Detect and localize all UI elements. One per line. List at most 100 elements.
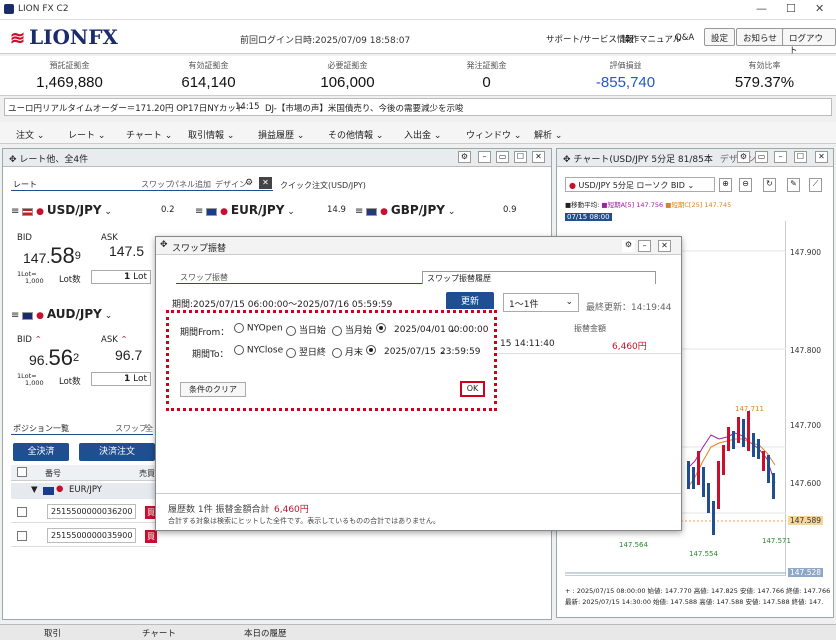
audjpy-lot-input[interactable]: 1 Lot — [91, 372, 151, 386]
select-all-checkbox[interactable] — [17, 467, 27, 477]
hamburger-icon[interactable]: ≡ — [195, 206, 203, 217]
panel-maximize-icon[interactable]: ☐ — [514, 151, 527, 163]
dialog-title: スワップ振替 — [172, 244, 227, 254]
pair-eurjpy-header[interactable]: ≡ ● EUR/JPY ⌄ 14.9 — [195, 203, 355, 217]
news-ticker[interactable]: ユーロ円リアルタイムオーダー＝171.20円 OP17日NYカット 14:15 … — [4, 98, 832, 116]
chart-gear-icon[interactable]: ⚙ — [737, 151, 750, 163]
chart-close-icon[interactable]: ✕ — [815, 151, 828, 163]
spread-value: 0.9 — [503, 205, 517, 215]
tab-positions-all[interactable]: 全 — [145, 423, 153, 434]
move-icon[interactable]: ✥ — [9, 155, 17, 165]
menu-chart[interactable]: チャート ⌄ — [126, 128, 172, 141]
table-row[interactable]: 15 14:11:40 6,460円 — [496, 334, 681, 354]
zoom-in-icon[interactable]: ⊕ — [719, 178, 732, 192]
qa-link[interactable]: Q&A — [675, 33, 694, 43]
draw-icon[interactable]: ✎ — [787, 178, 800, 192]
summary-required: 必要証拠金 106,000 — [320, 61, 375, 91]
table-row[interactable]: 2515500000035900 買 — [11, 525, 157, 547]
maximize-icon[interactable]: ☐ — [786, 2, 796, 15]
tab-rate[interactable]: レート — [13, 179, 37, 190]
pair-name: AUD/JPY — [46, 307, 102, 321]
tab-trade[interactable]: 取引 — [44, 627, 61, 639]
settle-order-button[interactable]: 決済注文 — [79, 443, 155, 461]
usdjpy-ask-price[interactable]: 147.5 — [109, 243, 144, 259]
support-link[interactable]: サポート/サービス情報 — [546, 33, 634, 45]
tab-swap[interactable]: スワップ — [141, 179, 173, 190]
move-icon[interactable]: ✥ — [160, 240, 168, 250]
tab-close-icon[interactable]: ✕ — [259, 177, 272, 189]
marker-low2: 147.554 — [689, 550, 718, 558]
menu-other-info[interactable]: その他情報 ⌄ — [328, 128, 383, 141]
panel-close-icon[interactable]: ✕ — [532, 151, 545, 163]
pair-usdjpy-header[interactable]: ≡ ● USD/JPY ⌄ 0.2 — [11, 203, 193, 217]
usdjpy-lot-input[interactable]: 1 Lot — [91, 270, 151, 284]
panel-gear-icon[interactable]: ⚙ — [458, 151, 471, 163]
pair-gbpjpy-header[interactable]: ≡ ● GBP/JPY ⌄ 0.9 — [355, 203, 525, 217]
ok-button[interactable]: OK — [460, 381, 485, 397]
tab-add-panel[interactable]: パネル追加 — [171, 179, 211, 190]
trend-icon[interactable]: ⟋ — [809, 178, 822, 192]
manual-link[interactable]: 操作マニュアル — [622, 33, 681, 45]
position-group-eurjpy[interactable]: ▼ ● EUR/JPY — [11, 483, 156, 499]
chart-min-icon[interactable]: ▭ — [755, 151, 768, 163]
menu-trade-info[interactable]: 取引情報 ⌄ — [188, 128, 234, 141]
red-dot-icon: ● — [36, 207, 44, 217]
logout-button[interactable]: ログアウト — [782, 28, 836, 56]
chart-restore-icon[interactable]: – — [774, 151, 787, 163]
ticker-news[interactable]: DJ-【市場の声】米国債売り、今後の需要減少を示唆 — [265, 102, 463, 114]
zoom-out-icon[interactable]: ⊖ — [739, 178, 752, 192]
menu-order[interactable]: 注文 ⌄ — [16, 128, 44, 141]
tab-gear-icon[interactable]: ⚙ — [245, 178, 253, 188]
menu-analysis[interactable]: 解析 ⌄ — [534, 128, 562, 141]
chart-max-icon[interactable]: ☐ — [794, 151, 807, 163]
rate-tabbar: レート スワップ パネル追加 デザイン ⚙ ✕ — [11, 177, 273, 191]
table-row[interactable]: 2515500000036200 買 — [11, 501, 157, 523]
tab-today-history[interactable]: 本日の履歴 — [244, 627, 287, 639]
eu-flag-icon — [206, 207, 218, 216]
dialog-minimize-icon[interactable]: – — [638, 240, 651, 252]
panel-restore-icon[interactable]: ▭ — [496, 151, 509, 163]
row-time: 15 14:11:40 — [500, 339, 555, 349]
tab-swap-transfer[interactable]: スワップ振替 — [180, 272, 228, 283]
tab-positions[interactable]: ポジション一覧 — [13, 423, 69, 434]
row-checkbox[interactable] — [17, 507, 27, 517]
panel-minimize-icon[interactable]: – — [478, 151, 491, 163]
menu-pl-history[interactable]: 損益履歴 ⌄ — [258, 128, 304, 141]
page-select[interactable]: 1～1件 ⌄ — [503, 293, 579, 312]
notice-button[interactable]: お知らせ — [736, 28, 784, 46]
usdjpy-bid-price[interactable]: 147.589 — [23, 243, 81, 269]
rate-panel-title: レート他、全4件 — [19, 155, 89, 165]
audjpy-ask-price[interactable]: 96.7 — [115, 347, 142, 363]
settings-button[interactable]: 設定 — [704, 28, 736, 46]
tab-chart[interactable]: チャート — [142, 627, 176, 639]
close-all-button[interactable]: 全決済 — [13, 443, 69, 461]
quick-order-tab[interactable]: クイック注文(USD/JPY) — [280, 180, 366, 191]
uk-flag-icon — [366, 207, 378, 216]
minimize-icon[interactable]: — — [756, 2, 767, 15]
group-name: EUR/JPY — [69, 485, 102, 495]
menu-window[interactable]: ウィンドウ ⌄ — [466, 128, 521, 141]
window-titlebar: LION FX C2 — ☐ ✕ — [0, 0, 836, 20]
collapse-icon[interactable]: ▼ — [31, 485, 38, 495]
tab-design[interactable]: デザイン — [215, 179, 247, 190]
audjpy-bid-price[interactable]: 96.562 — [29, 345, 79, 371]
tab-swap-history[interactable]: スワップ振替履歴 — [422, 271, 656, 284]
up-arrow-icon: ⌃ — [120, 335, 128, 345]
menu-deposit[interactable]: 入出金 ⌄ — [404, 128, 441, 141]
move-icon[interactable]: ✥ — [563, 155, 571, 165]
chart-symbol-select[interactable]: ● USD/JPY 5分足 ローソク BID ⌄ — [565, 177, 715, 192]
hamburger-icon[interactable]: ≡ — [11, 310, 19, 321]
app-icon — [4, 4, 14, 14]
row-checkbox[interactable] — [17, 531, 27, 541]
hamburger-icon[interactable]: ≡ — [11, 206, 19, 217]
refresh-icon[interactable]: ↻ — [763, 178, 776, 192]
chart-legend: ■移動平均: ■短期A[5] 147.756 ■短期C[25] 147.745 — [565, 201, 732, 209]
positions-tabbar: ポジション一覧 スワップ 全 — [11, 423, 153, 435]
footer-total: 6,460円 — [274, 505, 309, 515]
dialog-close-icon[interactable]: ✕ — [658, 240, 671, 252]
hamburger-icon[interactable]: ≡ — [355, 206, 363, 217]
menu-rate[interactable]: レート ⌄ — [68, 128, 105, 141]
tab-positions-swap[interactable]: スワップ — [115, 423, 147, 434]
dialog-gear-icon[interactable]: ⚙ — [622, 240, 635, 252]
close-icon[interactable]: ✕ — [815, 2, 824, 15]
